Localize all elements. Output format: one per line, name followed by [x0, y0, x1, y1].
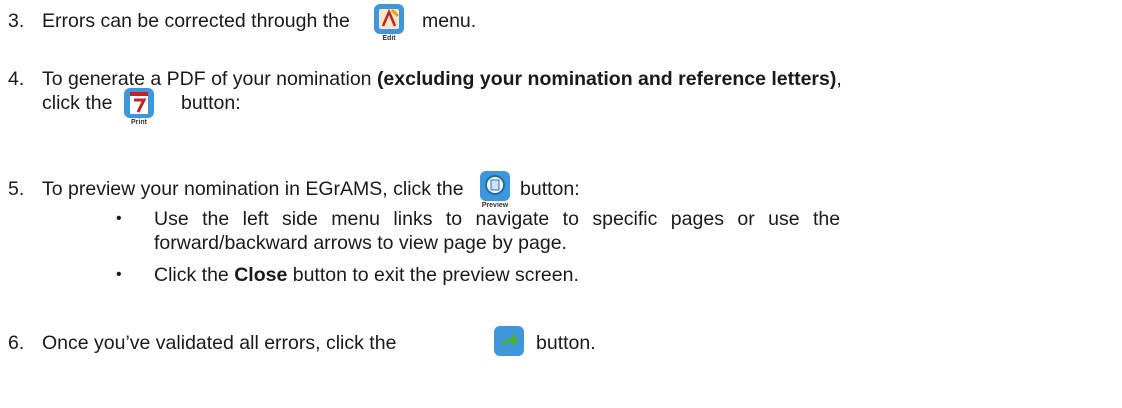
- bullet-text-start: Click the: [154, 264, 235, 286]
- print-icon[interactable]: [124, 88, 154, 118]
- item-text: To generate a PDF of your nomination: [42, 68, 377, 90]
- item-text: Once you’ve validated all errors, click …: [42, 332, 397, 354]
- item-number: 4.: [8, 68, 25, 90]
- bullet-dot: •: [116, 266, 122, 283]
- item-number: 6.: [8, 332, 25, 354]
- print-icon-caption: Print: [131, 119, 147, 126]
- item-text-punct: ,: [836, 68, 842, 90]
- edit-icon[interactable]: [374, 4, 404, 34]
- item-number: 3.: [8, 10, 25, 32]
- item-text-line2: click the: [42, 92, 113, 114]
- bullet-text-line2: forward/backward arrows to view page by …: [154, 232, 567, 254]
- preview-icon[interactable]: [480, 171, 510, 201]
- edit-icon-caption: Edit: [382, 35, 396, 42]
- item-text-end: menu.: [422, 10, 477, 32]
- bullet-dot: •: [116, 210, 122, 227]
- bullet-text-line1: Use the left side menu links to navigate…: [154, 208, 841, 230]
- item-text: Errors can be corrected through the: [42, 10, 350, 32]
- item-bold-text: (excluding your nomination and reference…: [376, 68, 837, 90]
- item-text: To preview your nomination in EGrAMS, cl…: [42, 178, 464, 200]
- bullet-text: Click the Close button to exit the previ…: [154, 263, 579, 287]
- forward-arrow-icon[interactable]: [494, 326, 524, 356]
- item-text-end: button:: [520, 178, 580, 200]
- item-text-end: button.: [536, 332, 596, 354]
- item-text-end: button:: [181, 92, 241, 114]
- item-text-line1: To generate a PDF of your nomination (ex…: [42, 67, 842, 91]
- close-label: Close: [234, 264, 288, 286]
- item-number: 5.: [8, 178, 25, 200]
- bullet-text-end: button to exit the preview screen.: [287, 264, 579, 286]
